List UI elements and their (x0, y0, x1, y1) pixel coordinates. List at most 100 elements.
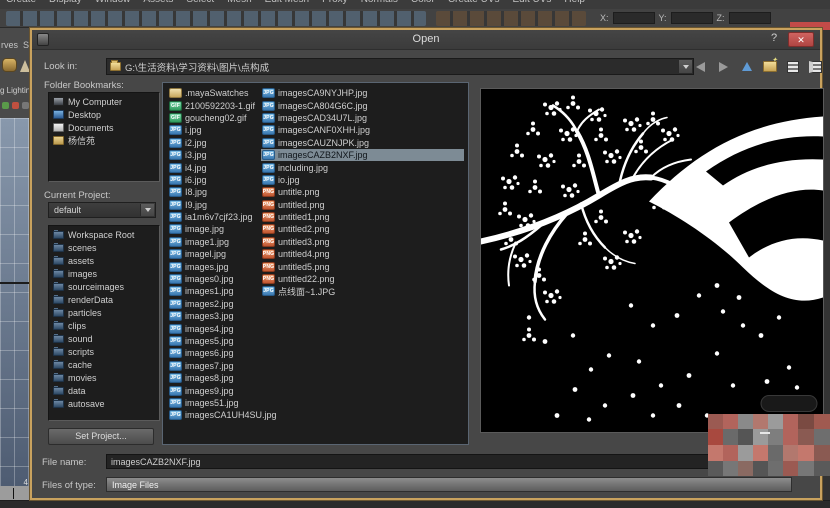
file-item[interactable]: JPG images4.jpg (168, 322, 258, 334)
menu-item[interactable]: Edit UVs (513, 0, 552, 5)
file-item[interactable]: JPG images51.jpg (168, 397, 258, 409)
file-item[interactable]: PNG untitled4.png (261, 248, 464, 260)
workspace-folder-item[interactable]: sourceimages (51, 280, 159, 293)
file-item[interactable]: JPG images5.jpg (168, 335, 258, 347)
workspace-folder-item[interactable]: data (51, 384, 159, 397)
file-item[interactable]: GIF goucheng02.gif (168, 112, 258, 124)
menu-item[interactable]: Create (6, 0, 36, 5)
toolbar-buttons[interactable] (6, 11, 426, 26)
file-item[interactable]: JPG image.jpg (168, 223, 258, 235)
file-item[interactable]: JPG i6.jpg (168, 174, 258, 186)
bookmark-item[interactable]: Documents (51, 121, 159, 134)
new-folder-button[interactable] (761, 59, 778, 74)
file-item[interactable]: JPG I8.jpg (168, 186, 258, 198)
workspace-folder-item[interactable]: movies (51, 371, 159, 384)
cylinder-tool-icon[interactable] (2, 58, 17, 72)
file-item[interactable]: JPG images1.jpg (168, 285, 258, 297)
workspace-folder-item[interactable]: Workspace Root (51, 228, 159, 241)
file-item[interactable]: JPG images.jpg (168, 260, 258, 272)
time-slider[interactable]: 4 (0, 486, 30, 501)
workspace-folder-item[interactable]: particles (51, 306, 159, 319)
file-item[interactable]: GIF 2100592203-1.gif (168, 99, 258, 111)
file-item[interactable]: JPG imagesCAZB2NXF.jpg (261, 149, 464, 161)
file-item[interactable]: JPG including.jpg (261, 161, 464, 173)
file-item[interactable]: JPG I9.jpg (168, 199, 258, 211)
menu-item[interactable]: Window (95, 0, 131, 5)
x-input[interactable] (613, 12, 655, 24)
file-item[interactable]: JPG imagesCAD34U7L.jpg (261, 112, 464, 124)
file-item[interactable]: JPG 点线面~1.JPG (261, 285, 464, 297)
time-slider-cursor[interactable] (13, 488, 14, 499)
menu-item[interactable]: Mesh (227, 0, 251, 5)
menu-item[interactable]: Create UVs (448, 0, 500, 5)
file-item[interactable]: JPG imagesCA804G6C.jpg (261, 99, 464, 111)
shelf-icons[interactable] (0, 54, 30, 82)
menu-item[interactable]: Select (186, 0, 214, 5)
menu-item[interactable]: Edit Mesh (265, 0, 309, 5)
workspace-folder-item[interactable]: renderData (51, 293, 159, 306)
file-item[interactable]: PNG untitled22.png (261, 273, 464, 285)
bookmark-item[interactable]: My Computer (51, 95, 159, 108)
menu-item[interactable]: Proxy (322, 0, 348, 5)
up-one-level-button[interactable] (738, 59, 755, 74)
workspace-folder-item[interactable]: clips (51, 319, 159, 332)
workspace-folder-item[interactable]: images (51, 267, 159, 280)
toolbar-buttons-snap[interactable] (436, 11, 586, 26)
viewport-toolbar-icons[interactable] (2, 102, 29, 109)
menu-item[interactable]: Display (49, 0, 82, 5)
file-item[interactable]: PNG untitled5.png (261, 260, 464, 272)
file-item[interactable]: JPG images2.jpg (168, 298, 258, 310)
chevron-down-icon[interactable] (678, 60, 692, 73)
files-of-type-dropdown[interactable]: Image Files (106, 477, 792, 492)
look-in-dropdown[interactable]: G:\生活资料\学习资料\图片\点构成 (106, 58, 694, 75)
close-button[interactable]: ✕ (788, 32, 814, 47)
file-item[interactable]: JPG images8.jpg (168, 372, 258, 384)
lighting-tab-label[interactable]: g Lightin (0, 86, 30, 95)
menu-item[interactable]: Normals (361, 0, 398, 5)
file-item[interactable]: JPG image1.jpg (168, 236, 258, 248)
menu-item[interactable]: Assets (143, 0, 173, 5)
bookmark-item[interactable]: 杨信苑 (51, 134, 159, 147)
shelf-tab-next[interactable]: S (23, 40, 29, 50)
workspace-folder-item[interactable]: assets (51, 254, 159, 267)
workspace-folder-item[interactable]: scenes (51, 241, 159, 254)
file-item[interactable]: JPG i.jpg (168, 124, 258, 136)
file-item[interactable]: JPG images6.jpg (168, 347, 258, 359)
file-item[interactable]: JPG images3.jpg (168, 310, 258, 322)
workspace-folder-item[interactable]: sound (51, 332, 159, 345)
help-button[interactable]: ? (766, 32, 782, 47)
workspace-folder-item[interactable]: cache (51, 358, 159, 371)
current-project-dropdown[interactable]: default (48, 202, 156, 218)
file-item[interactable]: .mayaSwatches (168, 87, 258, 99)
y-input[interactable] (671, 12, 713, 24)
file-name-input[interactable] (106, 454, 716, 469)
file-item[interactable]: JPG i3.jpg (168, 149, 258, 161)
file-item[interactable]: PNG untitled3.png (261, 236, 464, 248)
file-item[interactable]: PNG untitled1.png (261, 211, 464, 223)
workspace-folder-item[interactable]: scripts (51, 345, 159, 358)
shelf-tabs[interactable]: rves S (0, 28, 30, 52)
list-view-button[interactable] (784, 59, 801, 74)
file-item[interactable]: JPG imagel.jpg (168, 248, 258, 260)
file-item[interactable]: JPG imagesCA9NYJHP.jpg (261, 87, 464, 99)
bookmark-item[interactable]: Desktop (51, 108, 159, 121)
file-item[interactable]: JPG images9.jpg (168, 384, 258, 396)
file-item[interactable]: JPG i4.jpg (168, 161, 258, 173)
file-item[interactable]: JPG imagesCANF0XHH.jpg (261, 124, 464, 136)
file-item[interactable]: JPG ia1m6v7cjf23.jpg (168, 211, 258, 223)
chevron-down-icon[interactable] (140, 204, 154, 216)
workspace-folder-item[interactable]: autosave (51, 397, 159, 410)
file-item[interactable]: PNG untitled2.png (261, 223, 464, 235)
file-item[interactable]: JPG imagesCA1UH4SU.jpg (168, 409, 258, 421)
set-project-button[interactable]: Set Project... (48, 428, 154, 445)
file-item[interactable]: JPG images0.jpg (168, 273, 258, 285)
file-item[interactable]: JPG io.jpg (261, 174, 464, 186)
z-input[interactable] (729, 12, 771, 24)
menu-item[interactable]: Help (564, 0, 585, 5)
file-item[interactable]: JPG imagesCAUZNJPK.jpg (261, 137, 464, 149)
file-item[interactable]: JPG i2.jpg (168, 137, 258, 149)
forward-button[interactable] (715, 59, 732, 74)
menu-item[interactable]: Color (411, 0, 435, 5)
dialog-titlebar[interactable]: Open ? ✕ (32, 30, 820, 50)
cone-tool-icon[interactable] (20, 60, 30, 72)
